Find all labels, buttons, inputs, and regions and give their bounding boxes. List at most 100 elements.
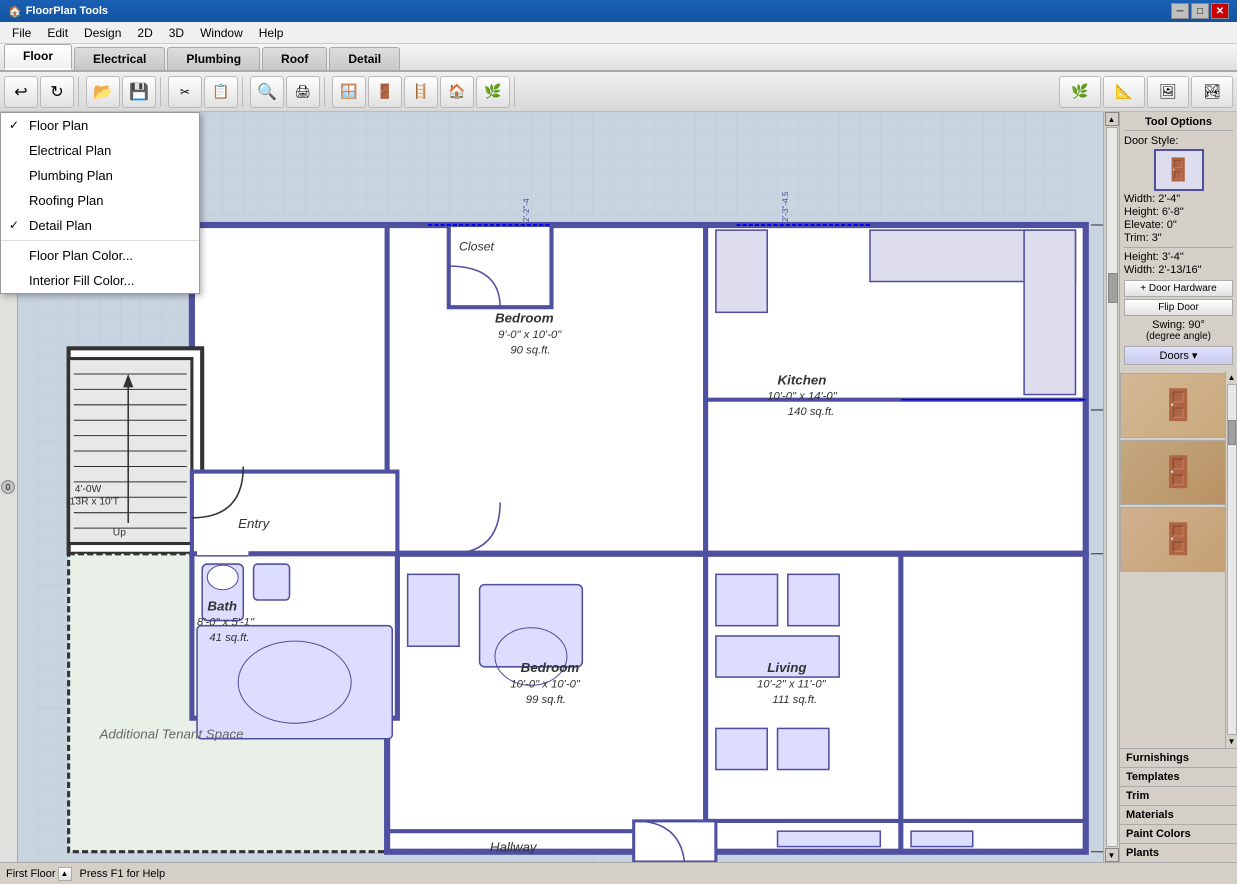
toolbar-roof[interactable]: 🏠 bbox=[440, 76, 474, 108]
dropdown-floor-plan-color[interactable]: Floor Plan Color... bbox=[1, 243, 199, 268]
door-width: Width: 2'-4" bbox=[1124, 193, 1233, 205]
status-bar: First Floor ▲ Press F1 for Help bbox=[0, 862, 1237, 884]
svg-text:99 sq.ft.: 99 sq.ft. bbox=[526, 694, 566, 706]
door-thumb-2[interactable]: 🚪 bbox=[1120, 440, 1237, 505]
toolbar-2d-view[interactable]: 📐 bbox=[1103, 76, 1145, 108]
tab-plumbing[interactable]: Plumbing bbox=[167, 47, 260, 70]
svg-text:Bedroom: Bedroom bbox=[495, 311, 554, 326]
close-button[interactable]: ✕ bbox=[1211, 3, 1229, 19]
toolbar-open[interactable]: 📂 bbox=[86, 76, 120, 108]
right-panel: Tool Options Door Style: 🚪 Width: 2'-4" … bbox=[1119, 112, 1237, 862]
swing-label: Swing: 90° bbox=[1124, 319, 1233, 331]
tabs-bar: Floor Electrical Plumbing Roof Detail bbox=[0, 44, 1237, 72]
scroll-thumb[interactable] bbox=[1108, 273, 1118, 303]
thumbnail-scrollbar[interactable]: ▲ ▼ bbox=[1225, 371, 1237, 748]
minimize-button[interactable]: ─ bbox=[1171, 3, 1189, 19]
thumb-scroll-up[interactable]: ▲ bbox=[1226, 371, 1237, 384]
door-trim: Trim: 3" bbox=[1124, 232, 1233, 244]
toolbar-3d-view[interactable]: 🖼 bbox=[1147, 76, 1189, 108]
door-style-preview[interactable]: 🚪 bbox=[1154, 149, 1204, 191]
panel-furnishings[interactable]: Furnishings bbox=[1120, 748, 1237, 767]
title-bar: 🏠 FloorPlan Tools ─ □ ✕ bbox=[0, 0, 1237, 22]
menu-bar: File Edit Design 2D 3D Window Help bbox=[0, 22, 1237, 44]
scroll-up-arrow[interactable]: ▲ bbox=[1105, 112, 1119, 126]
door-width2: Width: 2'-13/16" bbox=[1124, 264, 1233, 276]
menu-edit[interactable]: Edit bbox=[39, 24, 76, 42]
panel-paint-colors[interactable]: Paint Colors bbox=[1120, 824, 1237, 843]
doors-dropdown-button[interactable]: Doors ▾ bbox=[1124, 346, 1233, 365]
dropdown-plumbing-plan[interactable]: Plumbing Plan bbox=[1, 163, 199, 188]
svg-text:10'-0" x 10'-0": 10'-0" x 10'-0" bbox=[510, 678, 580, 690]
menu-3d[interactable]: 3D bbox=[161, 24, 192, 42]
panel-trim[interactable]: Trim bbox=[1120, 786, 1237, 805]
toolbar-stairs[interactable]: 🪜 bbox=[404, 76, 438, 108]
toolbar-undo[interactable]: ↩ bbox=[4, 76, 38, 108]
main-layout: 14'-2" 11'-0" 9'-2" 52'-6 1/8" Bedroom 9… bbox=[0, 112, 1237, 862]
toolbar-plants[interactable]: 🌿 bbox=[476, 76, 510, 108]
zero-badge[interactable]: 0 bbox=[1, 480, 15, 494]
panel-plants[interactable]: Plants bbox=[1120, 843, 1237, 862]
dropdown-roofing-plan[interactable]: Roofing Plan bbox=[1, 188, 199, 213]
menu-design[interactable]: Design bbox=[76, 24, 129, 42]
vertical-scrollbar[interactable]: ▲ ▼ bbox=[1103, 112, 1119, 862]
toolbar: ↩ ↻ 📂 💾 ✂ 📋 🔍 🖨 🪟 🚪 🪜 🏠 🌿 🌿 📐 🖼 🏞 bbox=[0, 72, 1237, 112]
svg-text:41 sq.ft.: 41 sq.ft. bbox=[209, 632, 249, 644]
dropdown-detail-plan[interactable]: Detail Plan bbox=[1, 213, 199, 238]
door-elevate: Elevate: 0" bbox=[1124, 219, 1233, 231]
menu-2d[interactable]: 2D bbox=[129, 24, 160, 42]
toolbar-print[interactable]: 🖨 bbox=[286, 76, 320, 108]
svg-text:Bedroom: Bedroom bbox=[521, 660, 580, 675]
svg-text:Living: Living bbox=[767, 660, 806, 675]
toolbar-sep2 bbox=[160, 77, 164, 107]
app-icon: 🏠 bbox=[8, 5, 22, 18]
svg-text:90 sq.ft.: 90 sq.ft. bbox=[510, 344, 550, 356]
door-thumb-3[interactable]: 🚪 bbox=[1120, 507, 1237, 572]
toolbar-zoom[interactable]: 🔍 bbox=[250, 76, 284, 108]
svg-text:111 sq.ft.: 111 sq.ft. bbox=[772, 694, 817, 706]
tab-electrical[interactable]: Electrical bbox=[74, 47, 165, 70]
floor-selector: First Floor ▲ bbox=[6, 867, 72, 881]
panel-templates[interactable]: Templates bbox=[1120, 767, 1237, 786]
tool-options-panel: Tool Options Door Style: 🚪 Width: 2'-4" … bbox=[1120, 112, 1237, 371]
svg-text:9'-0" x 10'-0": 9'-0" x 10'-0" bbox=[498, 329, 562, 341]
svg-text:Entry: Entry bbox=[238, 516, 270, 531]
door-hardware-button[interactable]: + Door Hardware bbox=[1124, 280, 1233, 297]
toolbar-cut[interactable]: ✂ bbox=[168, 76, 202, 108]
toolbar-render-view[interactable]: 🏞 bbox=[1191, 76, 1233, 108]
restore-button[interactable]: □ bbox=[1191, 3, 1209, 19]
toolbar-save[interactable]: 💾 bbox=[122, 76, 156, 108]
swing-sub-label: (degree angle) bbox=[1124, 331, 1233, 342]
toolbar-door[interactable]: 🚪 bbox=[368, 76, 402, 108]
tab-floor[interactable]: Floor bbox=[4, 44, 72, 70]
dropdown-floor-plan[interactable]: Floor Plan bbox=[1, 113, 199, 138]
drawing-area[interactable]: 14'-2" 11'-0" 9'-2" 52'-6 1/8" Bedroom 9… bbox=[0, 112, 1119, 862]
floor-up-btn[interactable]: ▲ bbox=[58, 867, 72, 881]
menu-file[interactable]: File bbox=[4, 24, 39, 42]
dropdown-interior-fill-color[interactable]: Interior Fill Color... bbox=[1, 268, 199, 293]
door-style-label: Door Style: bbox=[1124, 135, 1233, 147]
toolbar-copy[interactable]: 📋 bbox=[204, 76, 238, 108]
svg-text:140 sq.ft.: 140 sq.ft. bbox=[788, 406, 834, 418]
svg-text:Closet: Closet bbox=[459, 240, 494, 254]
toolbar-redo[interactable]: ↻ bbox=[40, 76, 74, 108]
menu-help[interactable]: Help bbox=[251, 24, 292, 42]
panel-materials[interactable]: Materials bbox=[1120, 805, 1237, 824]
toolbar-floorplan-view[interactable]: 🌿 bbox=[1059, 76, 1101, 108]
svg-text:8'-0" x 5'-1": 8'-0" x 5'-1" bbox=[197, 617, 255, 629]
panel-footer: Furnishings Templates Trim Materials Pai… bbox=[1120, 748, 1237, 862]
toolbar-sep1 bbox=[78, 77, 82, 107]
thumb-scroll-thumb[interactable] bbox=[1228, 420, 1236, 445]
tab-roof[interactable]: Roof bbox=[262, 47, 327, 70]
svg-text:Hallway: Hallway bbox=[490, 840, 538, 855]
flip-door-button[interactable]: Flip Door bbox=[1124, 299, 1233, 316]
svg-text:10'-0" x 14'-0": 10'-0" x 14'-0" bbox=[767, 391, 837, 403]
scroll-down-arrow[interactable]: ▼ bbox=[1105, 848, 1119, 862]
help-text: Press F1 for Help bbox=[80, 868, 166, 880]
door-thumb-1[interactable]: 🚪 bbox=[1120, 373, 1237, 438]
dropdown-electrical-plan[interactable]: Electrical Plan bbox=[1, 138, 199, 163]
menu-window[interactable]: Window bbox=[192, 24, 251, 42]
tab-detail[interactable]: Detail bbox=[329, 47, 400, 70]
thumb-scroll-down[interactable]: ▼ bbox=[1226, 735, 1237, 748]
svg-text:13R x 10'T: 13R x 10'T bbox=[70, 496, 120, 507]
toolbar-window[interactable]: 🪟 bbox=[332, 76, 366, 108]
